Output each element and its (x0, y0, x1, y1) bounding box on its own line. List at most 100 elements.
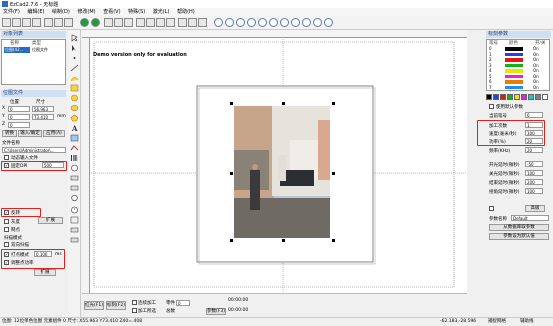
menu-laser[interactable]: 激光(L) (153, 8, 170, 16)
new-file-icon[interactable] (2, 18, 11, 27)
freq-input[interactable]: 20 (525, 147, 543, 153)
print-icon[interactable] (32, 18, 41, 27)
off-delay-input[interactable]: 100 (525, 170, 543, 176)
end-delay-input[interactable]: 200 (525, 179, 543, 185)
buffer-icon[interactable] (70, 236, 79, 244)
transform-icon[interactable] (178, 18, 187, 27)
grid-icon[interactable] (136, 18, 145, 27)
pen-state[interactable]: On (533, 46, 539, 51)
menu-modify[interactable]: 修改(M) (77, 8, 95, 16)
load-from-db-button[interactable]: 从数据库取参数 (489, 224, 549, 231)
pen-row[interactable]: 6 On (487, 79, 549, 84)
rectangle-icon[interactable] (70, 84, 79, 92)
use-default-checkbox[interactable] (489, 104, 494, 109)
file-path-input[interactable]: C:\Users\Administrator\... (2, 147, 66, 153)
open-file-icon[interactable] (12, 18, 21, 27)
object-row-selected[interactable]: 位图(42... (4, 47, 30, 53)
bitmap-photo[interactable] (234, 106, 330, 238)
dynamic-file-checkbox[interactable] (4, 155, 9, 160)
palette-swatch[interactable] (493, 94, 499, 100)
zoom-prev-icon[interactable] (291, 18, 300, 27)
encoder-icon[interactable] (70, 194, 79, 202)
output-port-icon[interactable] (70, 184, 79, 192)
palette-swatch[interactable] (507, 94, 513, 100)
drawing-canvas[interactable]: Demo version only for evaluation (82, 30, 467, 293)
bidir-checkbox[interactable] (4, 242, 9, 247)
pen-list[interactable]: 笔号 颜色 开/关 0 On 1 On 2 On 3 On 4 On 5 On 6 On 7 On (486, 39, 550, 91)
save-default-button[interactable]: 参数设为默认值 (489, 233, 549, 240)
width-input[interactable]: 56.963 (32, 106, 54, 112)
line-icon[interactable] (70, 64, 79, 72)
selected-checkbox[interactable] (132, 308, 137, 313)
pen-row[interactable]: 7 On (487, 85, 549, 90)
circle-icon[interactable] (70, 94, 79, 102)
menu-view[interactable]: 查看(V) (103, 8, 120, 16)
color-palette[interactable] (486, 94, 551, 101)
pen-row[interactable]: 2 On (487, 57, 549, 62)
menu-edit[interactable]: 编辑(E) (27, 8, 44, 16)
pen-color-swatch[interactable] (505, 63, 523, 67)
menu-file[interactable]: 文件(F) (3, 8, 20, 16)
menu-draw[interactable]: 绘制(D) (52, 8, 70, 16)
current-pen-input[interactable]: 0 (525, 112, 543, 118)
on-delay-input[interactable]: -50 (525, 161, 543, 167)
grid-checkbox[interactable] (4, 227, 9, 232)
point-icon[interactable] (70, 54, 79, 62)
advanced-checkbox[interactable] (489, 206, 494, 211)
text-icon[interactable]: A (70, 124, 79, 132)
ellipse-icon[interactable] (70, 104, 79, 112)
pen-state[interactable]: On (533, 52, 539, 57)
vector-icon[interactable] (70, 144, 79, 152)
x-pos-input[interactable]: 0 (8, 106, 30, 112)
pen-state[interactable]: On (533, 68, 539, 73)
red-light-button[interactable]: 红光(F1) (84, 301, 104, 310)
pen-state[interactable]: On (533, 79, 539, 84)
advanced-button[interactable]: 高级 (525, 205, 545, 212)
extend-axis-icon[interactable] (70, 216, 79, 224)
pen-color-swatch[interactable] (505, 58, 523, 62)
copy-icon[interactable] (54, 18, 63, 27)
y-pos-input[interactable]: 0 (8, 114, 30, 120)
pen-row[interactable]: 0 On (487, 46, 549, 51)
pen-color-swatch[interactable] (505, 80, 523, 84)
zoom-all-icon[interactable] (269, 18, 278, 27)
group-icon[interactable] (156, 18, 165, 27)
cut-icon[interactable] (44, 18, 53, 27)
undo-icon[interactable] (104, 18, 113, 27)
node-edit-icon[interactable] (70, 44, 79, 52)
rotate-icon[interactable] (198, 18, 207, 27)
mark-button[interactable]: 标刻(F2) (106, 301, 126, 310)
play-icon[interactable] (80, 18, 89, 27)
replace-button[interactable]: 转换 (2, 130, 17, 137)
clock-icon[interactable] (70, 206, 79, 214)
height-input[interactable]: 73.410 (32, 114, 54, 120)
zoom-next-icon[interactable] (302, 18, 311, 27)
pen-color-swatch[interactable] (505, 85, 523, 89)
palette-swatch[interactable] (521, 94, 527, 100)
refresh-icon[interactable] (324, 18, 333, 27)
timer-icon[interactable] (70, 164, 79, 172)
polygon-icon[interactable] (70, 114, 79, 122)
expand-button[interactable]: 扩展 (34, 269, 56, 276)
zoom-select-icon[interactable] (258, 18, 267, 27)
pen-row[interactable]: 4 On (487, 68, 549, 73)
part-input[interactable]: 0 (176, 300, 190, 306)
mirror-icon[interactable] (188, 18, 197, 27)
pen-row[interactable]: 1 On (487, 52, 549, 57)
menu-help[interactable]: 帮助(H) (177, 8, 195, 16)
palette-swatch[interactable] (514, 94, 520, 100)
corner-delay-input[interactable]: 100 (525, 188, 543, 194)
param-name-input[interactable]: Default (511, 215, 549, 221)
more-button[interactable]: 扩展 (38, 217, 63, 224)
zoom-page-icon[interactable] (247, 18, 256, 27)
pen-color-swatch[interactable] (505, 69, 523, 73)
pen-state[interactable]: On (533, 85, 539, 90)
align-icon[interactable] (146, 18, 155, 27)
palette-swatch[interactable] (528, 94, 534, 100)
ungroup-icon[interactable] (166, 18, 175, 27)
zoom-out-icon[interactable] (225, 18, 234, 27)
gray-checkbox[interactable] (4, 219, 9, 224)
palette-swatch[interactable] (500, 94, 506, 100)
zoom-100-icon[interactable] (280, 18, 289, 27)
barcode-icon[interactable] (70, 154, 79, 162)
